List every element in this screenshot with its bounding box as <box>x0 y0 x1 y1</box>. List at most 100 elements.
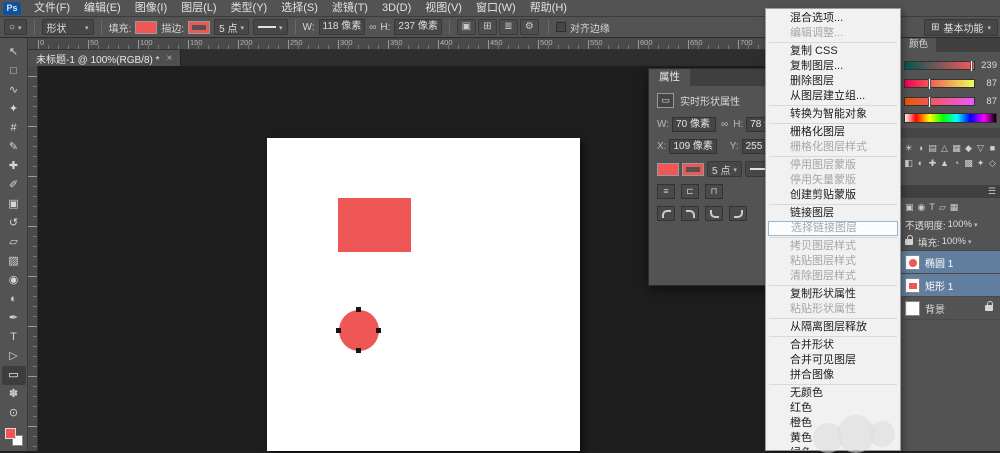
layer-row[interactable]: 背景 <box>901 297 1000 320</box>
color-spectrum-bar[interactable] <box>904 113 997 123</box>
context-menu-item-5[interactable]: 删除图层 <box>766 74 900 89</box>
crop-tool[interactable]: # <box>2 119 26 138</box>
menubar-item-10[interactable]: 窗口(W) <box>469 0 523 17</box>
chevron-down-icon[interactable] <box>968 236 972 247</box>
adjustment-icon-1[interactable]: ☀ <box>903 141 914 155</box>
slider-thumb[interactable] <box>928 78 931 90</box>
green-slider[interactable] <box>904 79 975 88</box>
foreground-background-swatches[interactable] <box>5 428 23 446</box>
prop-width-input[interactable]: 70 像素 <box>672 117 716 132</box>
menubar-item-8[interactable]: 3D(D) <box>375 0 418 17</box>
opacity-value[interactable]: 100% <box>948 219 972 230</box>
adjustment-icon-10[interactable]: ◐ <box>915 156 926 170</box>
adjustment-icon-11[interactable]: ✚ <box>927 156 938 170</box>
path-arrange-icon[interactable]: ≣ <box>499 19 518 35</box>
context-menu-item-24[interactable]: 无颜色 <box>766 386 900 401</box>
context-menu-item-8[interactable]: 栅格化图层 <box>766 125 900 140</box>
menubar-item-1[interactable]: 文件(F) <box>27 0 77 17</box>
menubar-item-7[interactable]: 滤镜(T) <box>325 0 375 17</box>
properties-tab[interactable]: 属性 <box>649 69 690 86</box>
menubar-item-11[interactable]: 帮助(H) <box>523 0 574 17</box>
adjustment-icon-8[interactable]: ■ <box>987 141 998 155</box>
panel-menu-icon[interactable]: ☰ <box>988 186 996 197</box>
filter-adjustment-layers-icon[interactable]: ◉ <box>918 202 926 213</box>
workspace-switcher[interactable]: ⊞ 基本功能 <box>924 19 998 36</box>
stroke-width-dropdown[interactable]: 5 点 <box>214 19 249 35</box>
ellipse-anchor-bottom[interactable] <box>356 348 361 353</box>
rectangle-shape[interactable] <box>338 198 411 252</box>
link-dimensions-icon[interactable]: ∞ <box>369 22 376 33</box>
menubar-item-4[interactable]: 图层(L) <box>174 0 223 17</box>
layer-fill-value[interactable]: 100% <box>942 236 966 247</box>
path-operations-icon[interactable]: ▣ <box>457 19 476 35</box>
context-menu-item-21[interactable]: 合并形状 <box>766 338 900 353</box>
context-menu-item-13[interactable]: 链接图层 <box>766 206 900 221</box>
context-menu-item-20[interactable]: 从隔离图层释放 <box>766 320 900 335</box>
gear-icon[interactable]: ⚙ <box>520 19 539 35</box>
menubar-item-2[interactable]: 编辑(E) <box>77 0 128 17</box>
hand-tool[interactable]: ✽ <box>2 385 26 404</box>
adjustment-icon-9[interactable]: ◧ <box>903 156 914 170</box>
menubar-item-3[interactable]: 图像(I) <box>128 0 174 17</box>
prop-x-input[interactable]: 109 像素 <box>669 139 716 154</box>
prop-stroke-swatch[interactable] <box>682 163 704 176</box>
adjustment-icon-5[interactable]: ▦ <box>951 141 962 155</box>
adjustment-icon-13[interactable]: ◔ <box>951 156 962 170</box>
brush-tool[interactable]: ✐ <box>2 176 26 195</box>
fill-swatch[interactable] <box>135 21 157 34</box>
chevron-down-icon[interactable] <box>974 219 978 230</box>
move-tool[interactable]: ↖ <box>2 43 26 62</box>
prop-fill-swatch[interactable] <box>657 163 679 176</box>
shape-tool[interactable]: ▭ <box>2 366 26 385</box>
context-menu-item-27[interactable]: 黄色 <box>766 431 900 446</box>
adjustment-icon-12[interactable]: ▲ <box>939 156 950 170</box>
slider-thumb[interactable] <box>928 96 931 108</box>
history-brush-tool[interactable]: ↺ <box>2 214 26 233</box>
context-menu-item-18[interactable]: 复制形状属性 <box>766 287 900 302</box>
menubar-item-9[interactable]: 视图(V) <box>418 0 469 17</box>
slider-thumb[interactable] <box>970 60 973 72</box>
filter-pixel-layers-icon[interactable]: ▣ <box>905 202 914 213</box>
blur-tool[interactable]: ◉ <box>2 271 26 290</box>
dodge-tool[interactable]: ◐ <box>2 290 26 309</box>
ellipse-shape[interactable] <box>339 310 379 351</box>
ellipse-anchor-top[interactable] <box>356 307 361 312</box>
healing-brush-tool[interactable]: ✚ <box>2 157 26 176</box>
width-input[interactable]: 118 像素 <box>319 19 366 35</box>
layer-row[interactable]: 椭圆 1 <box>901 251 1000 274</box>
stroke-caps-icon[interactable]: ⊏ <box>681 184 699 199</box>
color-panel-tab[interactable]: 颜色 <box>901 38 936 52</box>
stroke-style-dropdown[interactable] <box>253 19 288 35</box>
red-slider[interactable] <box>904 61 975 70</box>
adjustment-icon-16[interactable]: ◇ <box>987 156 998 170</box>
stroke-align-icon[interactable]: ≡ <box>657 184 675 199</box>
context-menu-item-28[interactable]: 绿色 <box>766 446 900 451</box>
context-menu-item-7[interactable]: 转换为智能对象 <box>766 107 900 122</box>
quick-selection-tool[interactable]: ✦ <box>2 100 26 119</box>
blue-slider[interactable] <box>904 97 975 106</box>
document-tab[interactable]: 未标题-1 @ 100%(RGB/8) * × <box>28 50 181 66</box>
close-icon[interactable]: × <box>167 53 173 64</box>
path-selection-tool[interactable]: ▷ <box>2 347 26 366</box>
menubar-item-6[interactable]: 选择(S) <box>274 0 325 17</box>
context-menu-item-1[interactable]: 混合选项... <box>766 11 900 26</box>
adjustment-icon-6[interactable]: ◆ <box>963 141 974 155</box>
corner-radius-top-right[interactable] <box>681 206 699 221</box>
adjustment-icon-4[interactable]: △ <box>939 141 950 155</box>
foreground-color-swatch[interactable] <box>5 428 16 439</box>
document-canvas[interactable] <box>267 138 580 451</box>
filter-smart-objects-icon[interactable]: ▦ <box>950 202 959 213</box>
context-menu-item-25[interactable]: 红色 <box>766 401 900 416</box>
adjustment-icon-14[interactable]: ▩ <box>963 156 974 170</box>
context-menu-item-6[interactable]: 从图层建立组... <box>766 89 900 104</box>
stroke-corners-icon[interactable]: ⊓ <box>705 184 723 199</box>
path-alignment-icon[interactable]: ⊞ <box>478 19 497 35</box>
eraser-tool[interactable]: ▱ <box>2 233 26 252</box>
gradient-tool[interactable]: ▨ <box>2 252 26 271</box>
context-menu-item-23[interactable]: 拼合图像 <box>766 368 900 383</box>
corner-radius-bottom-left[interactable] <box>705 206 723 221</box>
ellipse-anchor-left[interactable] <box>336 328 341 333</box>
adjustment-icon-15[interactable]: ✦ <box>975 156 986 170</box>
menubar-item-5[interactable]: 类型(Y) <box>224 0 275 17</box>
pen-tool[interactable]: ✒ <box>2 309 26 328</box>
